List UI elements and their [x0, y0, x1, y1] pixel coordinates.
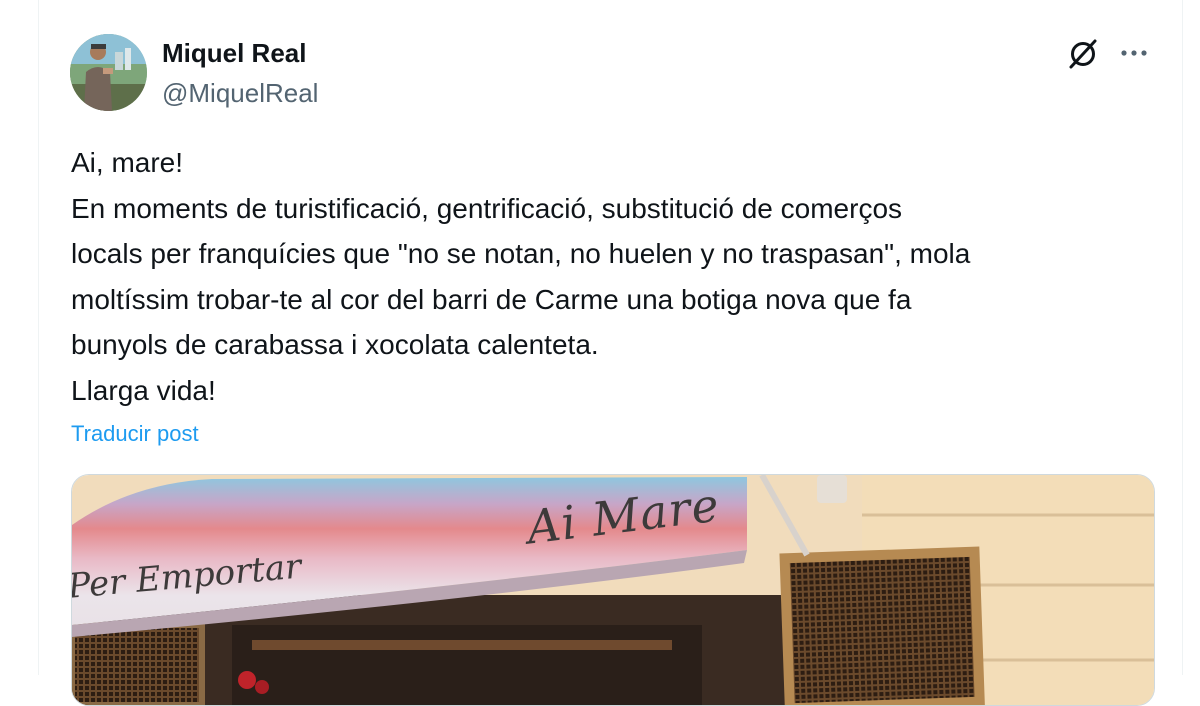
post-text: Ai, mare! En moments de turistificació, … [71, 140, 1161, 413]
author-handle[interactable]: @MiquelReal [162, 78, 318, 109]
post-media-image[interactable]: Ai Mare Per Emportar [71, 474, 1155, 706]
post-text-line: moltíssim trobar-te al cor del barri de … [71, 283, 912, 315]
translate-post-link[interactable]: Traducir post [71, 421, 199, 447]
grok-icon[interactable] [1066, 37, 1100, 71]
timeline-border-right [1182, 0, 1183, 675]
user-avatar-icon [70, 34, 147, 111]
post-text-line: locals per franquícies que "no se notan,… [71, 238, 971, 269]
author-avatar[interactable] [70, 34, 147, 111]
post-text-line: Ai, mare! [71, 147, 184, 178]
post-text-line: bunyols de carabassa i xocolata calentet… [71, 329, 599, 360]
timeline-border-left [38, 0, 39, 675]
post-text-line: En moments de turistificació, gentrifica… [71, 192, 903, 224]
more-icon[interactable] [1118, 38, 1152, 68]
author-name[interactable]: Miquel Real [162, 38, 306, 69]
post-text-line: Llarga vida! [71, 374, 216, 406]
